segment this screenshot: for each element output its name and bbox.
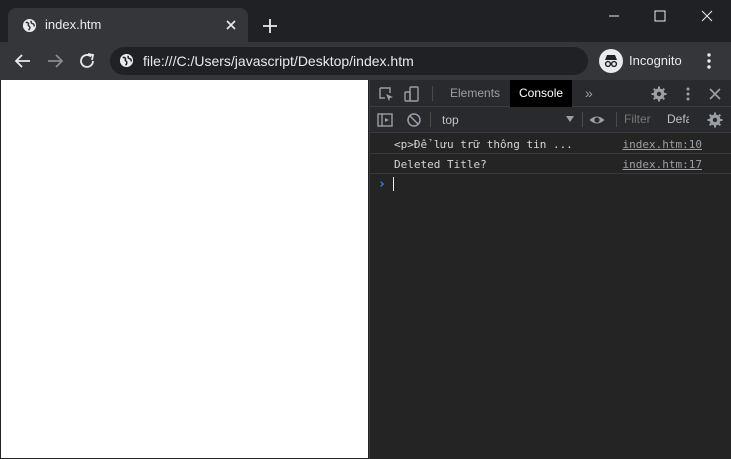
settings-gear-icon[interactable] [650,85,668,103]
reload-icon[interactable] [74,48,100,74]
new-tab-icon[interactable] [258,14,282,38]
device-toolbar-icon[interactable] [403,85,421,103]
console-message: Deleted Title? index.htm:17 [370,154,731,174]
address-bar[interactable]: file:///C:/Users/javascript/Desktop/inde… [110,47,588,75]
context-value: top [442,113,459,127]
tab-elements[interactable]: Elements [441,80,509,107]
incognito-icon [599,49,623,73]
back-icon[interactable] [10,48,36,74]
close-devtools-icon[interactable] [706,85,724,103]
console-output: <p>Để lưu trữ thông tin ... index.htm:10… [370,134,731,459]
tab-index[interactable]: index.htm [8,8,248,42]
more-tabs-button[interactable]: » [576,80,602,107]
console-toolbar: top Filter Default levels [370,107,731,133]
incognito-label: Incognito [629,53,682,68]
filter-input[interactable]: Filter [624,112,660,128]
toolbar-divider [432,86,433,101]
sidebar-toggle-icon[interactable] [376,111,394,129]
tab-strip: index.htm [0,0,731,42]
clear-console-icon[interactable] [405,111,423,129]
customize-menu-icon[interactable] [679,85,697,103]
log-text[interactable]: <p>Để lưu trữ thông tin ... [394,138,573,151]
text-caret [393,177,394,191]
toolbar-divider [430,112,431,127]
browser-window: index.htm file:///C:/Users/javascript/De… [0,0,731,459]
devtools-panel: Elements Console » top Filter Def <p>Để … [369,80,731,459]
maximize-icon [654,10,666,22]
globe-icon [22,18,37,33]
browser-toolbar: file:///C:/Users/javascript/Desktop/inde… [0,42,731,80]
globe-icon [119,53,134,68]
maximize-button[interactable] [637,0,683,30]
url-text: file:///C:/Users/javascript/Desktop/inde… [143,53,414,69]
incognito-profile-button[interactable]: Incognito [597,48,689,74]
toolbar-divider [582,112,583,127]
devtools-tab-bar: Elements Console » [370,80,731,107]
source-link[interactable]: index.htm:17 [623,158,702,171]
close-tab-icon[interactable] [222,16,240,34]
console-prompt[interactable]: › [370,174,731,194]
tab-title: index.htm [45,17,102,32]
close-window-icon [701,10,713,22]
minimize-icon [609,15,619,17]
more-menu-icon[interactable] [700,48,718,74]
log-levels-dropdown[interactable]: Default levels [667,112,689,128]
close-window-button[interactable] [684,0,730,30]
log-text[interactable]: Deleted Title? [394,158,487,171]
context-selector[interactable]: top [436,111,576,129]
live-expression-eye-icon[interactable] [588,111,606,129]
chevron-down-icon [566,116,574,122]
console-message: <p>Để lưu trữ thông tin ... index.htm:10 [370,134,731,154]
tab-console[interactable]: Console [510,80,573,107]
toolbar-divider [616,112,617,127]
minimize-button[interactable] [591,0,637,30]
forward-icon[interactable] [42,48,68,74]
page-viewport[interactable] [1,80,368,458]
inspect-element-icon[interactable] [377,85,395,103]
source-link[interactable]: index.htm:10 [623,138,702,151]
prompt-chevron-icon: › [378,177,386,192]
console-settings-gear-icon[interactable] [706,111,724,129]
